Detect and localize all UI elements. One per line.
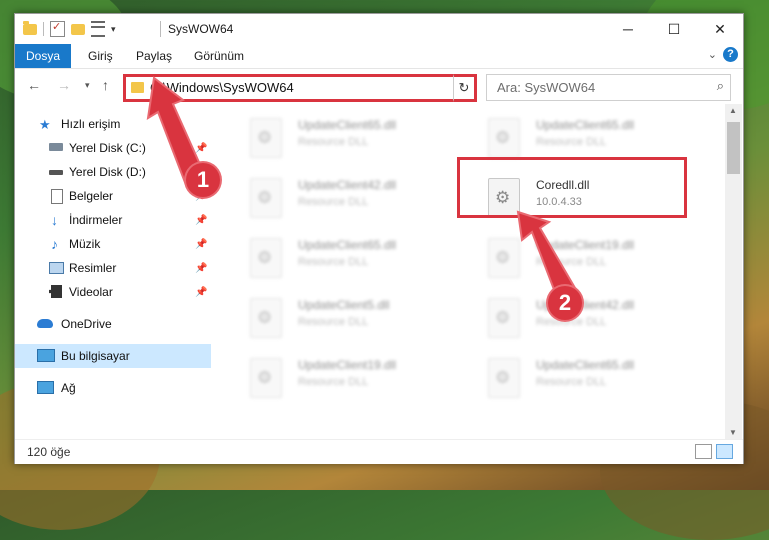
annotation-arrows: [146, 76, 577, 302]
step-badge-1: 1: [186, 163, 220, 197]
step-badge-2: 2: [548, 286, 582, 320]
